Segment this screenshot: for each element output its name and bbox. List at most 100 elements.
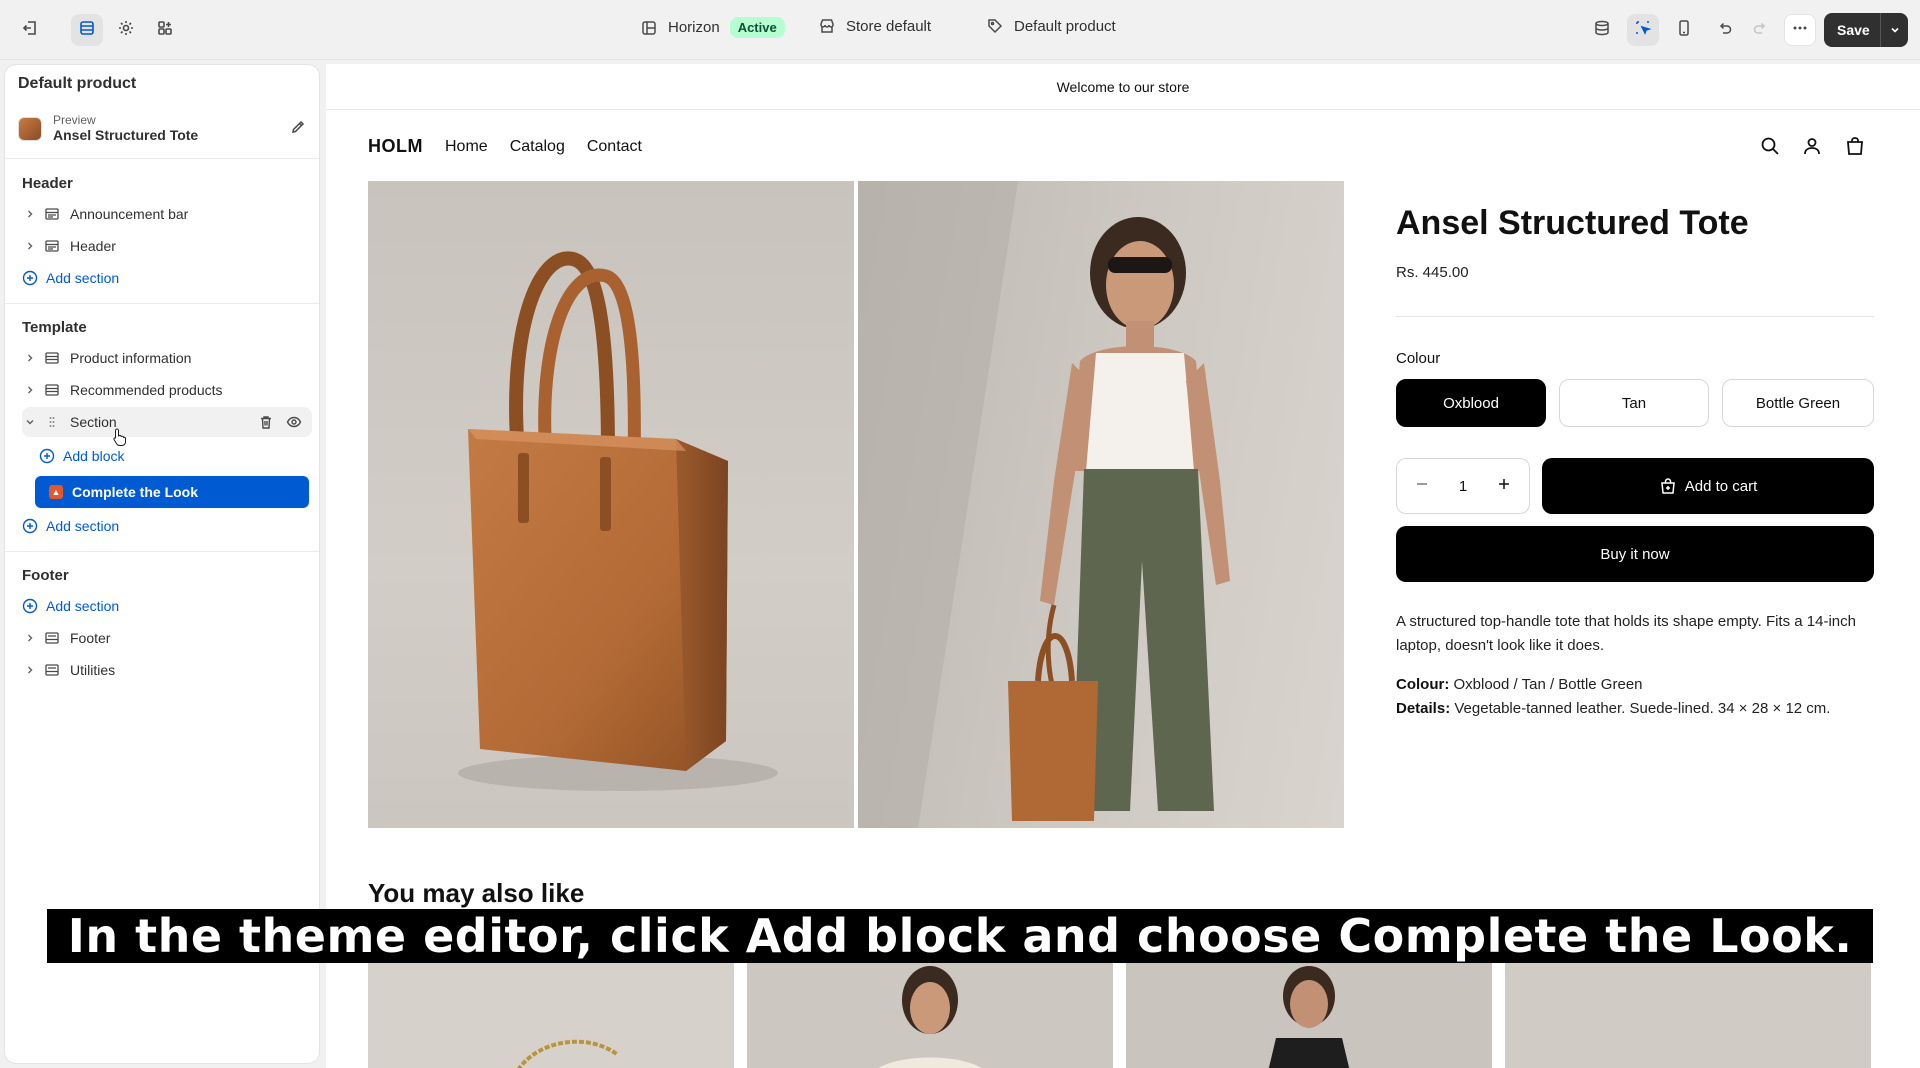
quantity-value[interactable]: 1 — [1459, 478, 1467, 495]
cart-plus-icon — [1659, 477, 1677, 495]
recommended-product-card[interactable] — [1505, 960, 1871, 1068]
divider — [5, 551, 319, 552]
ellipsis-icon — [1791, 19, 1809, 42]
mobile-view-button[interactable] — [1668, 14, 1700, 46]
redo-button[interactable] — [1744, 14, 1776, 46]
eye-icon[interactable] — [286, 414, 302, 430]
add-block-button[interactable]: Add block — [39, 441, 329, 471]
recommendations-title: You may also like — [368, 878, 585, 908]
template-selector[interactable]: Default product — [986, 17, 1116, 35]
colour-option-bottle-green[interactable]: Bottle Green — [1722, 379, 1874, 427]
store-logo[interactable]: HOLM — [368, 136, 423, 157]
trash-icon[interactable] — [258, 414, 274, 430]
product-price: Rs. 445.00 — [1396, 264, 1469, 281]
search-icon[interactable] — [1760, 136, 1780, 156]
recommended-product-card[interactable] — [747, 960, 1113, 1068]
add-to-cart-button[interactable]: Add to cart — [1542, 458, 1874, 514]
sidebar-item-complete-the-look[interactable]: ▲ Complete the Look — [35, 476, 309, 508]
theme-settings-button[interactable] — [110, 14, 142, 46]
plus-circle-icon — [22, 270, 40, 286]
nav-link-home[interactable]: Home — [445, 138, 488, 156]
app-embeds-button[interactable] — [149, 14, 181, 46]
colour-label: Colour — [1396, 350, 1441, 367]
sidebar-item-header[interactable]: Header — [22, 231, 312, 261]
theme-selector[interactable]: Horizon Active — [640, 17, 785, 38]
plus-icon[interactable] — [1497, 477, 1511, 495]
gear-icon — [117, 19, 135, 42]
chevron-right-icon[interactable] — [22, 209, 38, 219]
undo-icon — [1716, 19, 1734, 42]
nav-link-catalog[interactable]: Catalog — [510, 138, 565, 156]
sidebar-item-label: Utilities — [70, 662, 116, 678]
product-image-model[interactable] — [858, 181, 1344, 828]
section-icon — [44, 350, 62, 366]
add-section-label: Add section — [46, 270, 120, 286]
sidebar-item-label: Header — [70, 238, 116, 254]
chevron-down-icon[interactable] — [1880, 13, 1908, 47]
sidebar-item-utilities[interactable]: Utilities — [22, 655, 312, 685]
undo-button[interactable] — [1709, 14, 1741, 46]
chevron-right-icon[interactable] — [22, 385, 38, 395]
drag-handle-icon[interactable] — [44, 414, 62, 430]
sections-icon — [78, 19, 96, 42]
save-button[interactable]: Save — [1824, 13, 1908, 47]
minus-icon[interactable] — [1415, 477, 1429, 495]
chevron-right-icon[interactable] — [22, 241, 38, 251]
sidebar-item-product-information[interactable]: Product information — [22, 343, 312, 373]
preview-product-selector[interactable]: Preview Ansel Structured Tote — [18, 113, 308, 145]
group-header-label: Header — [22, 175, 73, 192]
sidebar-item-footer[interactable]: Footer — [22, 623, 312, 653]
account-icon[interactable] — [1802, 136, 1822, 156]
recommended-product-card[interactable] — [1126, 960, 1492, 1068]
preview-inspector-button[interactable] — [1586, 14, 1618, 46]
sidebar-item-recommended-products[interactable]: Recommended products — [22, 375, 312, 405]
preview-label: Preview — [53, 113, 96, 127]
save-label: Save — [1837, 22, 1870, 38]
store-header-icons — [1738, 136, 1866, 156]
tote-bag-illustration — [458, 251, 778, 791]
section-icon — [44, 238, 62, 254]
group-footer-label: Footer — [22, 567, 69, 584]
details-spec-value: Vegetable-tanned leather. Suede-lined. 3… — [1454, 700, 1831, 717]
more-actions-button[interactable] — [1784, 14, 1816, 46]
colour-option-tan[interactable]: Tan — [1559, 379, 1709, 427]
colour-spec-label: Colour: — [1396, 676, 1450, 693]
sidebar-item-label: Product information — [70, 350, 192, 366]
store-selector[interactable]: Store default — [818, 17, 931, 35]
section-icon — [44, 630, 62, 646]
sidebar-title: Default product — [18, 75, 137, 92]
tag-icon — [986, 17, 1004, 35]
add-section-header-button[interactable]: Add section — [22, 263, 312, 293]
sections-tab-button[interactable] — [71, 14, 103, 46]
store-icon — [818, 17, 836, 35]
cart-icon[interactable] — [1844, 136, 1866, 156]
sidebar-item-announcement-bar[interactable]: Announcement bar — [22, 199, 312, 229]
recommended-product-card[interactable] — [368, 960, 734, 1068]
chevron-down-icon[interactable] — [22, 417, 38, 427]
sidebar-item-label: Footer — [70, 630, 111, 646]
pencil-icon[interactable] — [290, 119, 306, 140]
tutorial-caption: In the theme editor, click Add block and… — [47, 909, 1873, 963]
exit-button[interactable] — [14, 14, 46, 46]
chevron-right-icon[interactable] — [22, 353, 38, 363]
plus-circle-icon — [22, 598, 40, 614]
chevron-right-icon[interactable] — [22, 665, 38, 675]
sidebar-item-section[interactable]: Section — [22, 407, 312, 437]
sidebar-item-label: Complete the Look — [72, 484, 199, 500]
add-section-footer-button[interactable]: Add section — [22, 591, 312, 621]
product-image-tote[interactable] — [368, 181, 854, 828]
database-icon — [1593, 19, 1611, 42]
buy-now-button[interactable]: Buy it now — [1396, 526, 1874, 582]
divider — [5, 158, 319, 159]
chevron-right-icon[interactable] — [22, 633, 38, 643]
colour-spec-value: Oxblood / Tan / Bottle Green — [1453, 676, 1643, 693]
section-icon — [44, 662, 62, 678]
colour-option-oxblood[interactable]: Oxblood — [1396, 379, 1546, 427]
product-thumbnail — [18, 117, 42, 141]
inspector-toggle-button[interactable] — [1627, 14, 1659, 46]
add-section-template-button[interactable]: Add section — [22, 511, 312, 541]
group-template-label: Template — [22, 319, 87, 336]
divider — [5, 303, 319, 304]
store-label: Store default — [846, 17, 932, 35]
nav-link-contact[interactable]: Contact — [587, 138, 642, 156]
